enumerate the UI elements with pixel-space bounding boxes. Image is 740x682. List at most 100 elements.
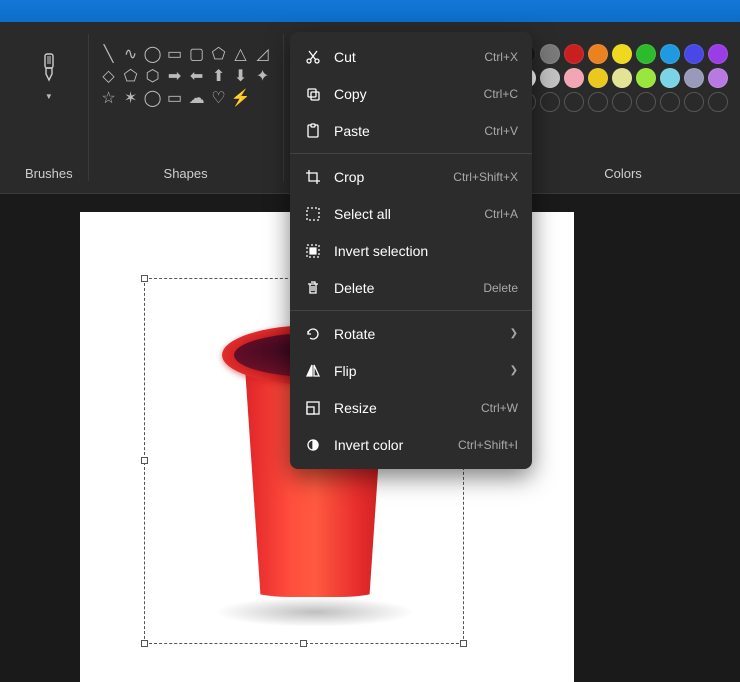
shape-arrow-left[interactable]: ⬅ (187, 66, 207, 86)
color-swatch-empty[interactable] (540, 92, 560, 112)
shape-arrow-up[interactable]: ⬆ (209, 66, 229, 86)
menu-item-rotate[interactable]: Rotate❯ (290, 315, 532, 352)
shapes-grid: ╲ ∿ ◯ ▭ ▢ ⬠ △ ◿ ◇ ⬠ ⬡ ➡ ⬅ ⬆ ⬇ ✦ ☆ ✶ ◯ ▭ … (99, 44, 273, 108)
selection-handle-tl[interactable] (141, 275, 148, 282)
color-swatch[interactable] (588, 44, 608, 64)
color-swatch-empty[interactable] (636, 92, 656, 112)
menu-item-label: Cut (334, 49, 484, 65)
color-swatch-empty[interactable] (588, 92, 608, 112)
select-all-icon (304, 205, 322, 223)
menu-item-crop[interactable]: CropCtrl+Shift+X (290, 158, 532, 195)
menu-item-shortcut: Ctrl+A (484, 207, 518, 221)
color-swatch[interactable] (540, 44, 560, 64)
color-swatch[interactable] (564, 68, 584, 88)
color-swatch[interactable] (660, 44, 680, 64)
menu-item-shortcut: Ctrl+V (484, 124, 518, 138)
color-swatch[interactable] (612, 68, 632, 88)
menu-item-shortcut: Ctrl+X (484, 50, 518, 64)
menu-item-flip[interactable]: Flip❯ (290, 352, 532, 389)
shapes-label: Shapes (164, 166, 208, 185)
menu-item-label: Copy (334, 86, 484, 102)
menu-separator (290, 153, 532, 154)
color-swatch[interactable] (660, 68, 680, 88)
menu-separator (290, 310, 532, 311)
menu-item-invert-selection[interactable]: Invert selection (290, 232, 532, 269)
menu-item-copy[interactable]: CopyCtrl+C (290, 75, 532, 112)
shape-star4[interactable]: ✦ (253, 66, 273, 86)
menu-item-shortcut: Ctrl+W (481, 401, 518, 415)
selection-handle-br[interactable] (460, 640, 467, 647)
brushes-group: ▼ Brushes (0, 22, 88, 193)
shape-roundrect[interactable]: ▢ (187, 44, 207, 64)
color-swatch[interactable] (564, 44, 584, 64)
flip-icon (304, 362, 322, 380)
colors-group: Colors (510, 22, 740, 193)
color-swatch[interactable] (636, 44, 656, 64)
shape-star6[interactable]: ✶ (121, 88, 141, 108)
shape-callout-round[interactable]: ◯ (143, 88, 163, 108)
color-palette (516, 44, 730, 114)
menu-item-select-all[interactable]: Select allCtrl+A (290, 195, 532, 232)
shape-arrow-down[interactable]: ⬇ (231, 66, 251, 86)
menu-item-label: Delete (334, 280, 483, 296)
selection-handle-bm[interactable] (300, 640, 307, 647)
resize-icon (304, 399, 322, 417)
menu-item-label: Rotate (334, 326, 510, 342)
menu-item-paste[interactable]: PasteCtrl+V (290, 112, 532, 149)
color-swatch-empty[interactable] (660, 92, 680, 112)
shape-diamond[interactable]: ◇ (99, 66, 119, 86)
paste-icon (304, 122, 322, 140)
shape-star5[interactable]: ☆ (99, 88, 119, 108)
delete-icon (304, 279, 322, 297)
color-swatch[interactable] (708, 44, 728, 64)
color-swatch[interactable] (636, 68, 656, 88)
menu-item-cut[interactable]: CutCtrl+X (290, 38, 532, 75)
shape-polygon[interactable]: ⬠ (209, 44, 229, 64)
menu-item-label: Select all (334, 206, 484, 222)
color-swatch-empty[interactable] (612, 92, 632, 112)
shape-oval[interactable]: ◯ (143, 44, 163, 64)
menu-item-shortcut: Ctrl+Shift+X (453, 170, 518, 184)
shape-triangle[interactable]: △ (231, 44, 251, 64)
menu-item-label: Invert selection (334, 243, 518, 259)
color-swatch[interactable] (684, 68, 704, 88)
shape-pentagon[interactable]: ⬠ (121, 66, 141, 86)
menu-item-resize[interactable]: ResizeCtrl+W (290, 389, 532, 426)
menu-item-label: Crop (334, 169, 453, 185)
shape-hexagon[interactable]: ⬡ (143, 66, 163, 86)
shape-callout-cloud[interactable]: ☁ (187, 88, 207, 108)
chevron-down-icon[interactable]: ▼ (45, 92, 53, 101)
crop-icon (304, 168, 322, 186)
shape-lightning[interactable]: ⚡ (231, 88, 251, 108)
color-swatch[interactable] (708, 68, 728, 88)
color-swatch-empty[interactable] (684, 92, 704, 112)
color-swatch[interactable] (540, 68, 560, 88)
menu-item-label: Invert color (334, 437, 458, 453)
menu-item-shortcut: Ctrl+C (484, 87, 518, 101)
selection-handle-bl[interactable] (141, 640, 148, 647)
menu-item-label: Resize (334, 400, 481, 416)
color-swatch[interactable] (612, 44, 632, 64)
window-titlebar[interactable] (0, 0, 740, 22)
shape-line[interactable]: ╲ (99, 44, 119, 64)
color-swatch-empty[interactable] (564, 92, 584, 112)
menu-item-label: Paste (334, 123, 484, 139)
shape-right-triangle[interactable]: ◿ (253, 44, 273, 64)
shape-heart[interactable]: ♡ (209, 88, 229, 108)
menu-item-shortcut: Delete (483, 281, 518, 295)
menu-item-invert-color[interactable]: Invert colorCtrl+Shift+I (290, 426, 532, 463)
chevron-right-icon: ❯ (510, 328, 518, 339)
brushes-icon[interactable] (30, 48, 68, 86)
copy-icon (304, 85, 322, 103)
color-swatch[interactable] (684, 44, 704, 64)
shape-rect[interactable]: ▭ (165, 44, 185, 64)
shape-curve[interactable]: ∿ (121, 44, 141, 64)
shape-arrow-right[interactable]: ➡ (165, 66, 185, 86)
color-swatch-empty[interactable] (708, 92, 728, 112)
shape-callout-rect[interactable]: ▭ (165, 88, 185, 108)
invert-color-icon (304, 436, 322, 454)
selection-handle-ml[interactable] (141, 457, 148, 464)
color-swatch[interactable] (588, 68, 608, 88)
menu-item-delete[interactable]: DeleteDelete (290, 269, 532, 306)
shapes-group: ╲ ∿ ◯ ▭ ▢ ⬠ △ ◿ ◇ ⬠ ⬡ ➡ ⬅ ⬆ ⬇ ✦ ☆ ✶ ◯ ▭ … (89, 22, 283, 193)
